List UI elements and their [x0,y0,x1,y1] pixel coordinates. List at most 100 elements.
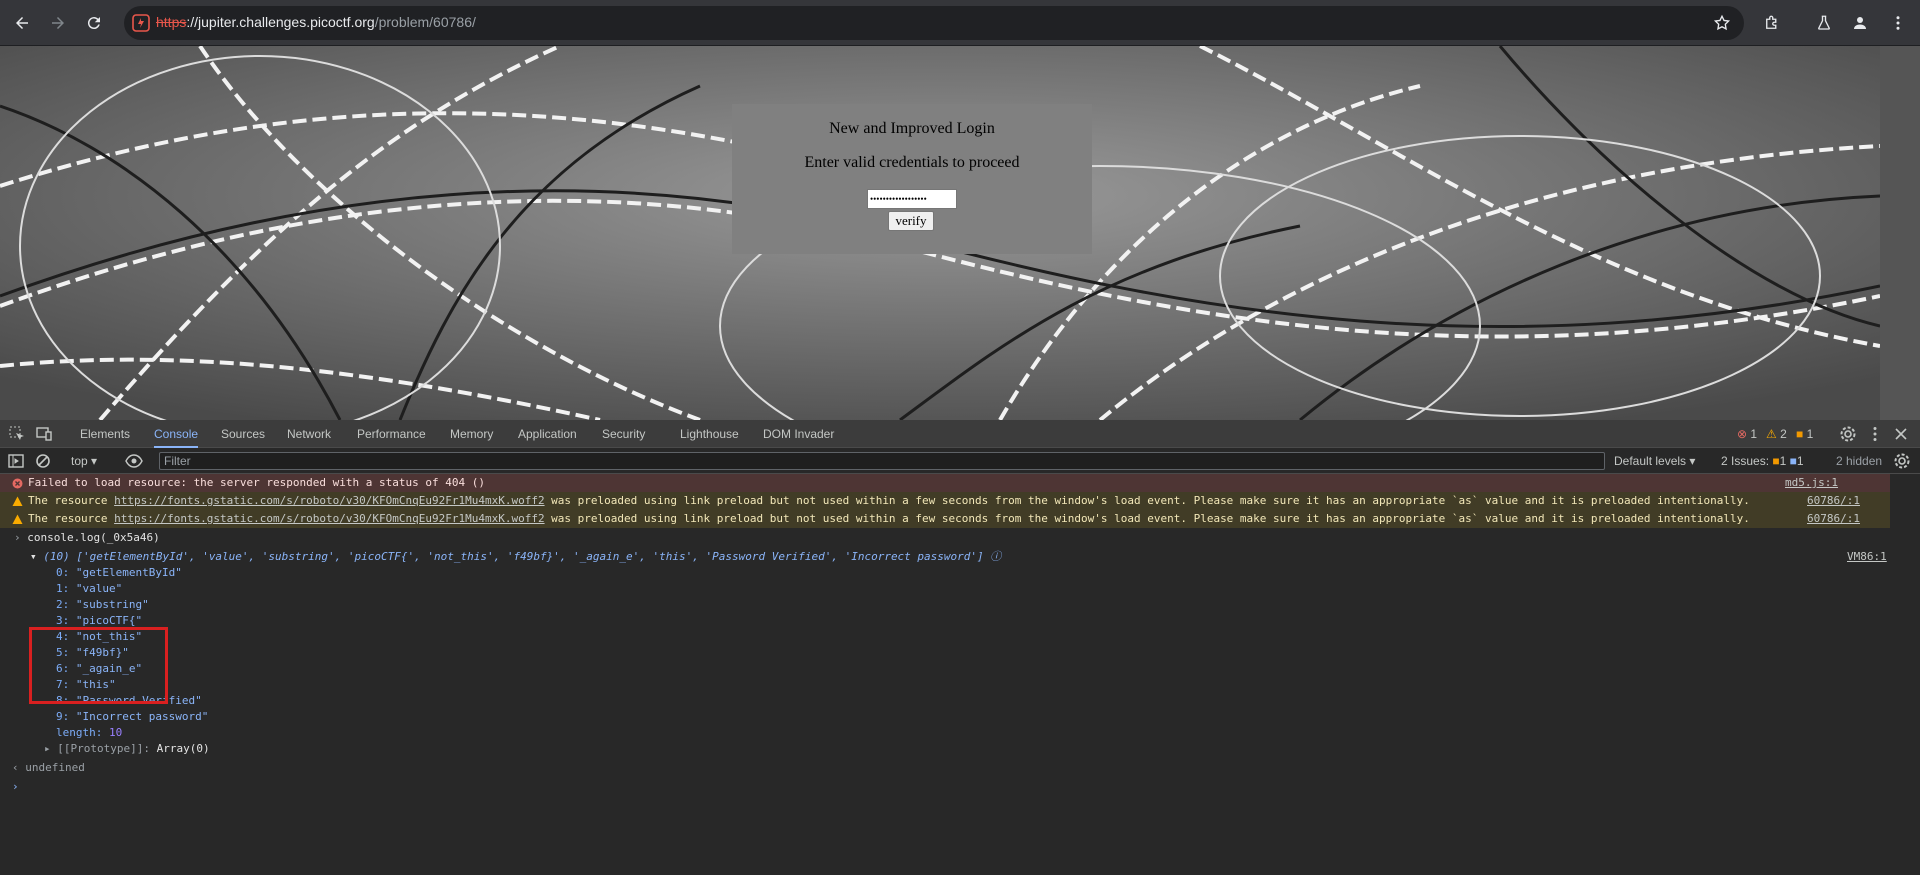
array-item: 2: "substring" [56,598,149,611]
inspect-element-icon[interactable] [8,425,26,443]
console-input-line: › console.log(_0x5a46) [14,530,160,546]
labs-button[interactable] [1812,11,1836,35]
console-toolbar: top ▾ Filter Default levels ▾ 2 Issues: … [0,448,1920,474]
array-length: length: 10 [56,726,123,739]
url-path: /problem/60786/ [374,14,476,30]
login-subtitle: Enter valid credentials to proceed [804,154,1020,171]
log-levels-dropdown[interactable]: Default levels ▾ [1614,454,1695,468]
dropdown-arrow-icon: ▾ [1689,454,1696,468]
issue-warn-icon: ■ [1772,454,1780,468]
error-icon: ⊗ [1737,427,1748,441]
url-text: https://jupiter.challenges.picoctf.org/p… [156,14,476,30]
tab-memory[interactable]: Memory [450,420,493,448]
warning-suffix: was preloaded using link preload but not… [544,512,1750,525]
context-selector[interactable]: top ▾ [71,454,97,468]
hidden-messages-count: 2 hidden [1836,454,1883,468]
array-value: "Incorrect password" [75,710,209,723]
device-toolbar-icon[interactable] [35,425,53,443]
puzzle-icon [1766,15,1777,29]
tab-dom-invader[interactable]: DOM Invader [763,420,834,448]
error-text: Failed to load resource: the server resp… [28,476,485,489]
filter-input[interactable]: Filter [159,452,1605,470]
warning-count-badge[interactable]: ⚠ 2 [1766,427,1787,441]
tab-network[interactable]: Network [287,420,331,448]
result-value: undefined [25,761,85,774]
warning-resource-link[interactable]: https://fonts.gstatic.com/s/roboto/v30/K… [114,494,544,507]
length-key: length [56,726,96,739]
viewport-edge [1880,46,1920,420]
array-index: 1 [56,582,63,595]
array-prototype[interactable]: ▸ [[Prototype]]: Array(0) [44,741,210,757]
issues-label: 2 Issues: [1721,454,1770,468]
input-prompt-chevron-icon: › [14,531,21,544]
error-source-link[interactable]: md5.js:1 [1785,474,1838,492]
back-button[interactable] [10,11,34,35]
person-icon [1854,17,1866,29]
address-bar[interactable]: https://jupiter.challenges.picoctf.org/p… [124,6,1744,40]
extensions-button[interactable] [1760,11,1784,35]
warning-source-link[interactable]: 60786/:1 [1807,492,1860,510]
devtools-menu-icon[interactable] [1866,425,1884,443]
array-index: 0 [56,566,63,579]
reload-button[interactable] [82,11,106,35]
login-panel: New and Improved Login Enter valid crede… [732,104,1092,254]
live-expression-eye-icon[interactable] [125,452,143,470]
warning-prefix: The resource [28,512,115,525]
error-count-badge[interactable]: ⊗ 1 [1737,427,1757,441]
console-prompt[interactable]: › [12,779,19,795]
array-summary[interactable]: ▾ (10) ['getElementById', 'value', 'subs… [30,549,1001,565]
array-item: 0: "getElementById" [56,566,182,579]
error-circle-icon [12,478,23,489]
warning-source-link[interactable]: 60786/:1 [1807,510,1860,528]
star-icon [1713,14,1731,31]
tab-sources[interactable]: Sources [221,420,265,448]
browser-menu-button[interactable] [1886,11,1910,35]
array-index: 2 [56,598,63,611]
settings-gear-icon[interactable] [1839,425,1857,443]
array-value: "substring" [75,598,149,611]
forward-button[interactable] [46,11,70,35]
tab-console[interactable]: Console [154,420,199,448]
length-value: 10 [109,726,123,739]
tab-security[interactable]: Security [602,420,645,448]
kebab-menu-icon [1896,16,1900,30]
array-value: "picoCTF{" [75,614,143,627]
sidebar-toggle-icon[interactable] [7,452,25,470]
array-index: 3 [56,614,63,627]
console-error-message: Failed to load resource: the server resp… [0,474,1890,492]
console-settings-icon[interactable] [1893,452,1911,470]
issue-count: 1 [1806,427,1814,441]
warning-icon: ⚠ [1766,427,1777,441]
issue-flag-icon: ■ [1796,427,1804,441]
forward-arrow-icon [52,17,64,29]
prototype-value: Array(0) [156,742,210,755]
issues-count-badge[interactable]: ■ 1 [1796,427,1813,441]
close-icon[interactable] [1892,425,1910,443]
console-warning-message: The resource https://fonts.gstatic.com/s… [0,510,1890,528]
not-secure-icon[interactable] [132,14,150,32]
tab-elements[interactable]: Elements [80,420,130,448]
array-source-link[interactable]: VM86:1 [1847,549,1887,565]
tab-performance[interactable]: Performance [357,420,426,448]
issue-info-count: 1 [1796,454,1804,468]
page-viewport: New and Improved Login Enter valid crede… [0,46,1920,420]
warning-prefix: The resource [28,494,115,507]
devtools-tabbar: Elements Console Sources Network Perform… [0,420,1920,448]
warning-resource-link[interactable]: https://fonts.gstatic.com/s/roboto/v30/K… [114,512,544,525]
clear-console-icon[interactable] [34,452,52,470]
array-value: "value" [75,582,123,595]
highlight-annotation-box [29,627,168,704]
dropdown-arrow-icon: ▾ [91,454,98,468]
password-input[interactable]: •••••••••••••••••• [867,189,957,209]
tab-lighthouse[interactable]: Lighthouse [680,420,739,448]
issues-button[interactable]: 2 Issues: ■1 ■1 [1721,454,1804,468]
bookmark-star-button[interactable] [1710,11,1734,35]
verify-button[interactable]: verify [888,211,934,231]
tab-application[interactable]: Application [518,420,577,448]
collapsed-triangle-icon: ▸ [44,742,51,755]
prototype-key: [[Prototype]] [57,742,144,755]
devtools-panel: Elements Console Sources Network Perform… [0,420,1920,875]
profile-button[interactable] [1848,11,1872,35]
array-item: 9: "Incorrect password" [56,710,209,723]
result-arrow-icon: ‹ [12,761,19,774]
